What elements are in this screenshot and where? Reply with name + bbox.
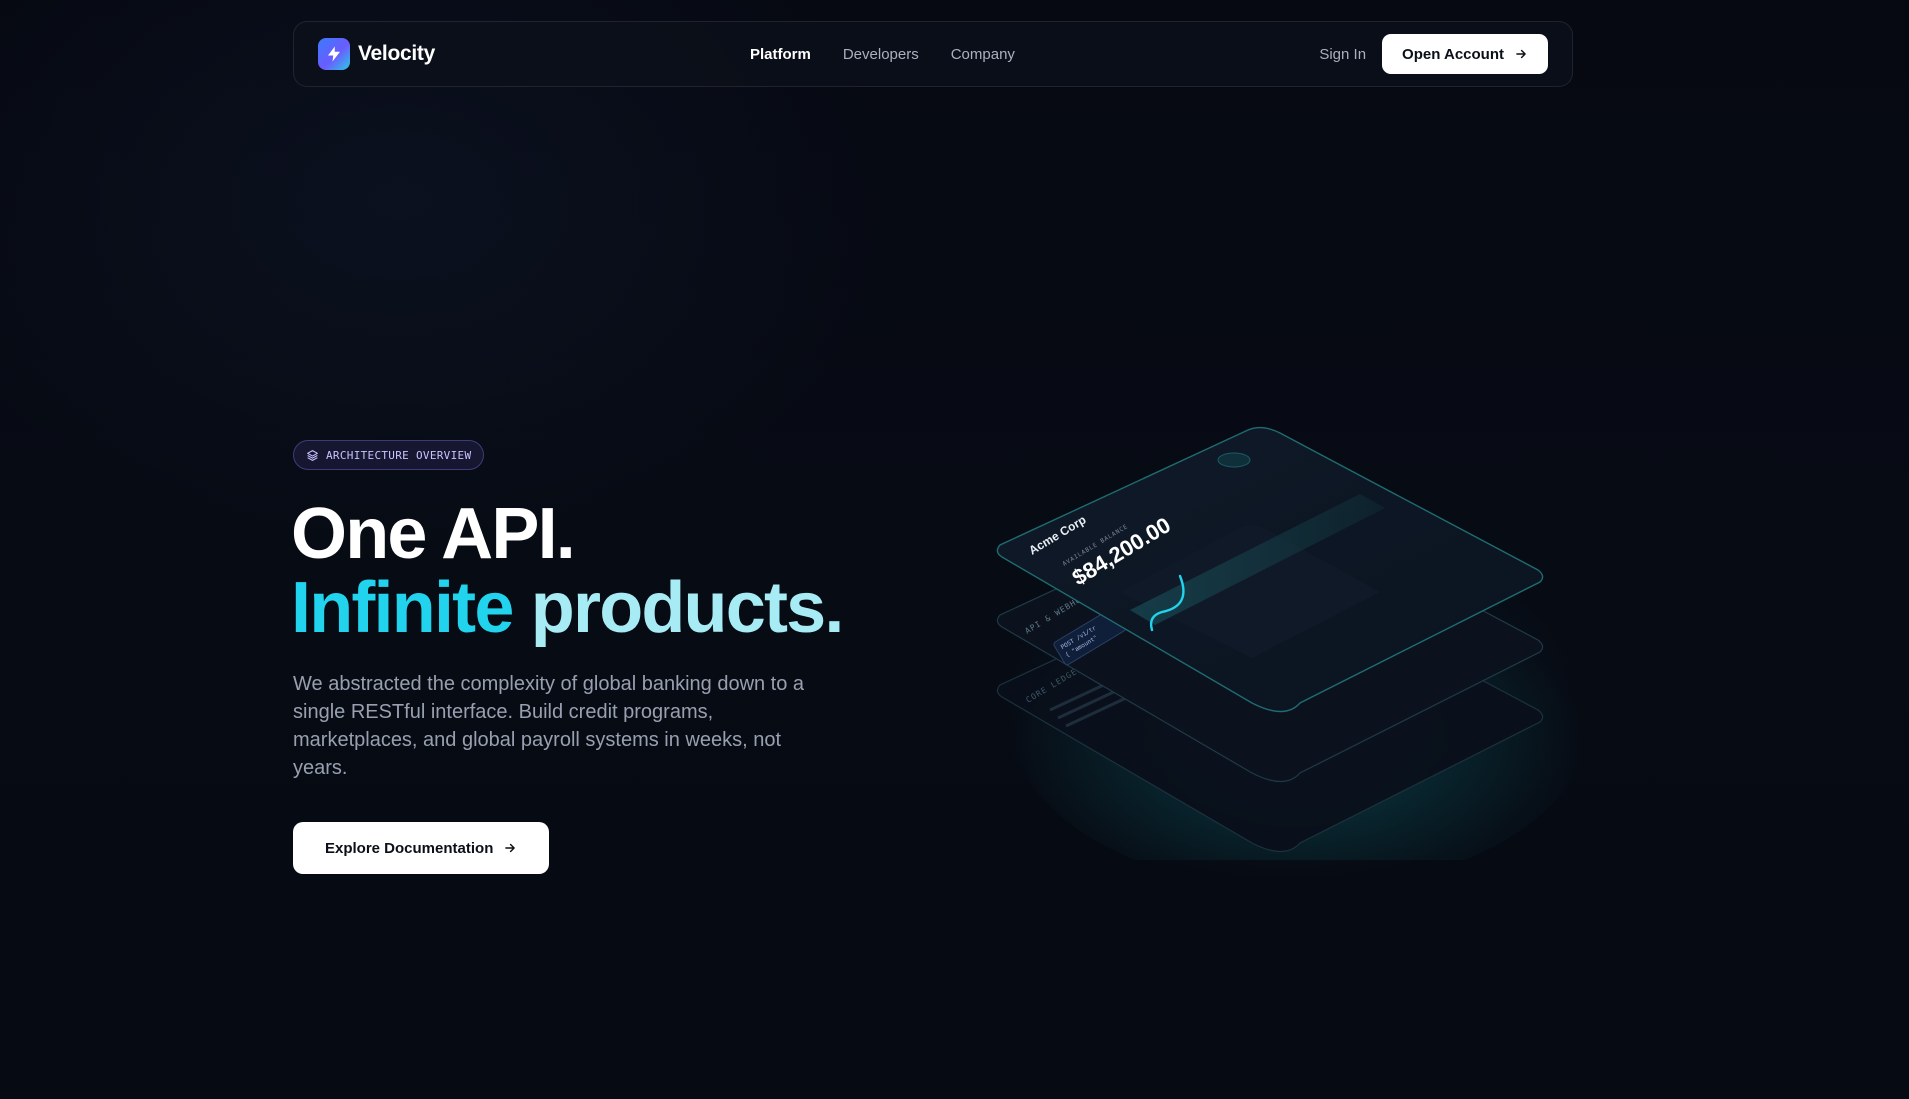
- nav-actions: Sign In Open Account: [1319, 34, 1548, 74]
- explore-documentation-label: Explore Documentation: [325, 839, 494, 857]
- nav-link-platform[interactable]: Platform: [750, 46, 811, 63]
- top-nav: Velocity Platform Developers Company Sig…: [293, 21, 1573, 87]
- architecture-illustration: CORE LEDGER API & WEBHOOKS POST /v1/tr {…: [980, 420, 1590, 890]
- section-badge: ARCHITECTURE OVERVIEW: [293, 440, 485, 470]
- nav-link-developers[interactable]: Developers: [843, 46, 919, 63]
- hero-title-line2: Infinite products.: [291, 572, 844, 644]
- hero-title-word-infinite: Infinite: [291, 568, 514, 648]
- open-account-button[interactable]: Open Account: [1382, 34, 1548, 74]
- sign-in-link[interactable]: Sign In: [1319, 46, 1366, 63]
- open-account-label: Open Account: [1402, 45, 1504, 63]
- explore-documentation-button[interactable]: Explore Documentation: [293, 822, 550, 874]
- hero-title-line1: One API.: [291, 494, 576, 574]
- nav-link-company[interactable]: Company: [951, 46, 1015, 63]
- card-chip-icon: [1217, 452, 1251, 468]
- arrow-right-icon: [503, 841, 517, 855]
- lightning-bolt-icon: [318, 38, 350, 70]
- layers-icon: [306, 449, 319, 462]
- hero-description: We abstracted the complexity of global b…: [293, 673, 805, 779]
- badge-label: ARCHITECTURE OVERVIEW: [326, 448, 472, 462]
- brand-name: Velocity: [358, 42, 435, 65]
- brand-logo[interactable]: Velocity: [318, 38, 435, 70]
- nav-links: Platform Developers Company: [750, 22, 1047, 86]
- arrow-right-icon: [1514, 47, 1528, 61]
- hero-title-word-products: products.: [530, 568, 845, 648]
